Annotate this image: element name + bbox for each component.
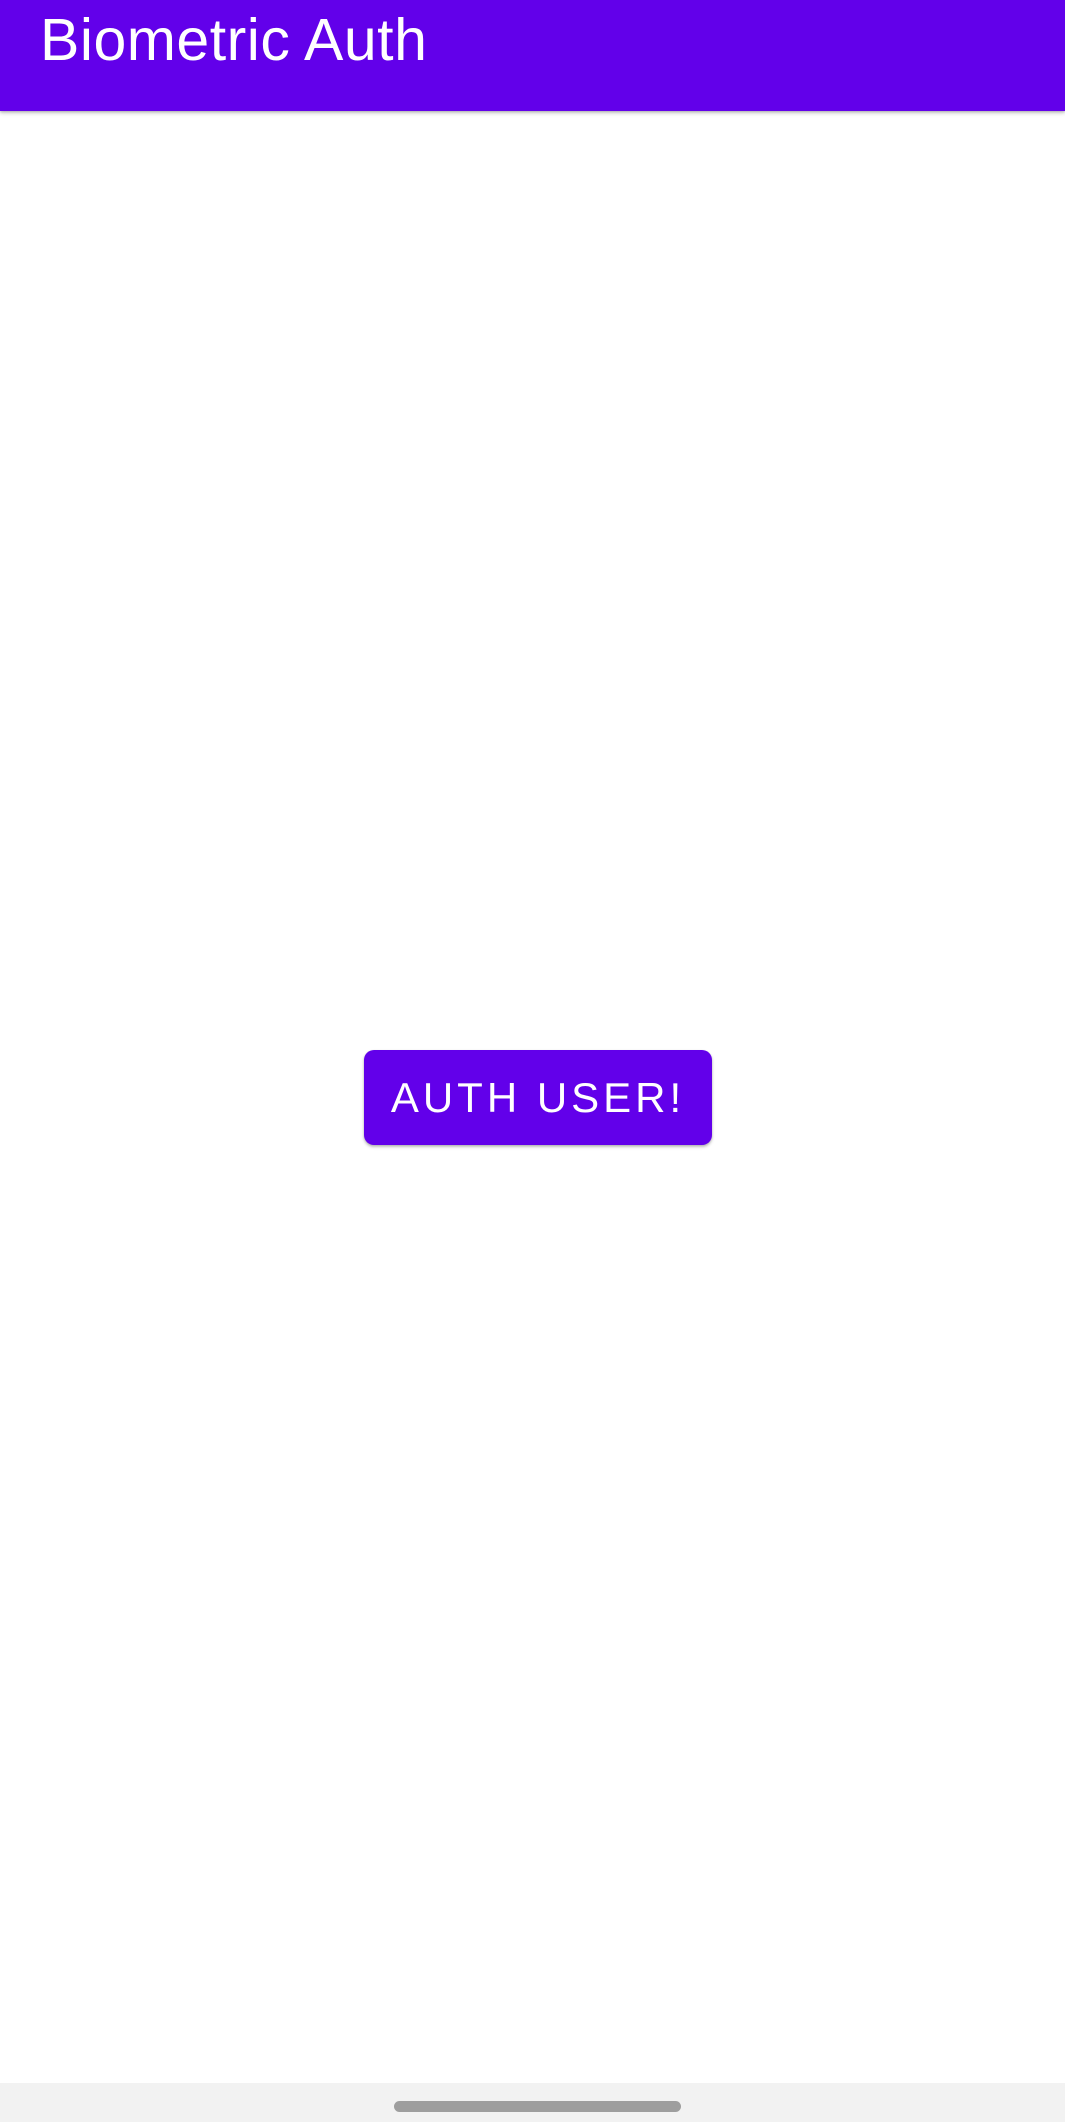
auth-user-button[interactable]: AUTH USER! bbox=[364, 1050, 712, 1145]
main-content: AUTH USER! bbox=[0, 111, 1065, 2083]
gesture-handle[interactable] bbox=[394, 2101, 681, 2112]
system-navigation-bar bbox=[0, 2083, 1065, 2122]
app-title: Biometric Auth bbox=[40, 7, 428, 73]
app-bar: Biometric Auth bbox=[0, 0, 1065, 111]
